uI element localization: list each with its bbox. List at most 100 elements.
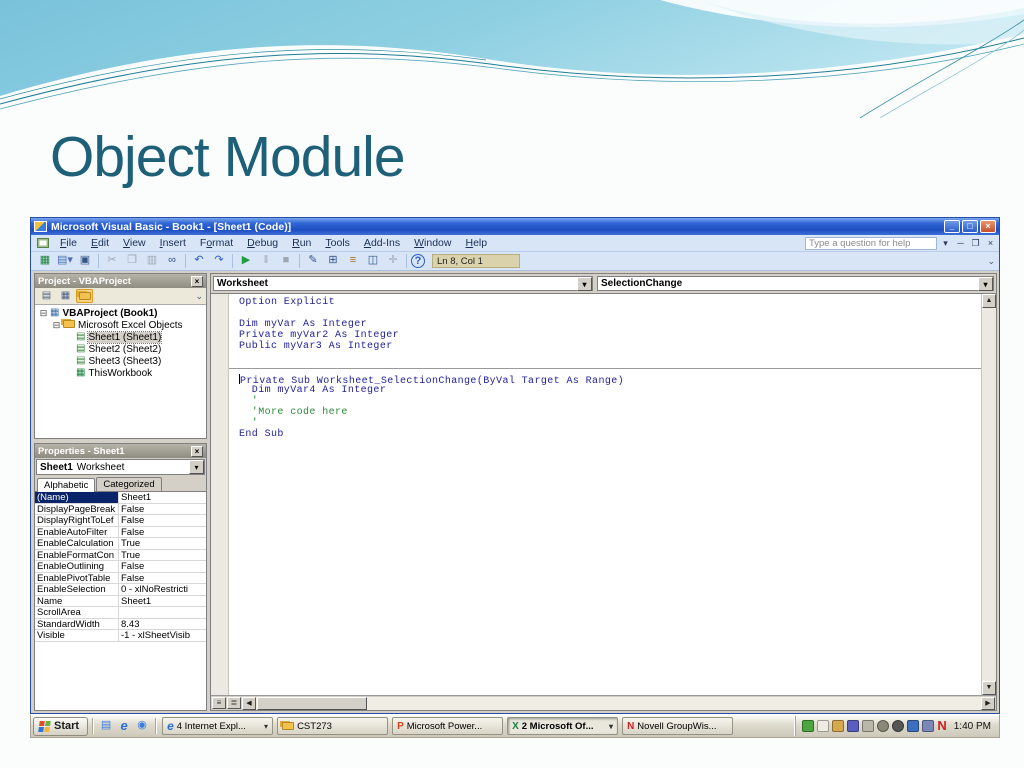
property-value[interactable]: False — [119, 561, 206, 571]
property-row-enableselection[interactable]: EnableSelection 0 - xlNoRestricti — [35, 584, 206, 596]
view-excel-icon[interactable]: ▦ — [36, 253, 54, 269]
tree-expander-icon[interactable]: ⊟ — [52, 320, 61, 330]
property-row-name[interactable]: Name Sheet1 — [35, 595, 206, 607]
tray-connection-icon[interactable] — [922, 720, 935, 732]
close-button[interactable]: × — [980, 220, 996, 233]
task-button-excel-group[interactable]: X2 Microsoft Of... ▾ — [507, 717, 619, 735]
menu-item-insert[interactable]: Insert — [153, 236, 193, 250]
property-row--name-[interactable]: (Name) Sheet1 — [35, 492, 206, 504]
property-name[interactable]: EnableSelection — [35, 584, 119, 595]
tray-update-icon[interactable] — [892, 720, 905, 732]
menu-item-format[interactable]: Format — [193, 236, 240, 250]
menu-item-edit[interactable]: Edit — [84, 236, 116, 250]
horizontal-scroll-thumb[interactable] — [257, 696, 367, 710]
tray-shield-icon[interactable] — [847, 720, 860, 732]
properties-object-selector[interactable]: Sheet1 Worksheet ▾ — [36, 459, 205, 475]
property-name[interactable]: StandardWidth — [35, 618, 119, 629]
property-value[interactable]: -1 - xlSheetVisib — [119, 630, 206, 640]
task-button-novell-groupwise[interactable]: N Novell GroupWis... — [622, 717, 734, 735]
selector-dropdown-icon[interactable]: ▾ — [189, 460, 204, 474]
internet-document-icon[interactable]: ▤ — [98, 718, 114, 734]
property-name[interactable]: EnablePivotTable — [35, 572, 119, 583]
property-row-standardwidth[interactable]: StandardWidth 8.43 — [35, 618, 206, 630]
tree-expander-icon[interactable]: ⊟ — [39, 308, 48, 318]
property-value[interactable]: Sheet1 — [119, 596, 206, 606]
properties-window-icon[interactable]: ≡ — [344, 253, 362, 269]
property-name[interactable]: DisplayPageBreak — [35, 503, 119, 514]
full-module-view-button[interactable]: ≣ — [227, 697, 241, 709]
code-editor[interactable]: Option Explicit Dim myVar As Integer Priva… — [211, 293, 996, 695]
toolbar-overflow-icon[interactable]: ⌄ — [987, 256, 995, 267]
tree-item-sheet3-sheet3-[interactable]: ▤ Sheet3 (Sheet3) — [35, 355, 206, 367]
tray-app-icon[interactable] — [907, 720, 920, 732]
design-mode-icon[interactable]: ✎ — [304, 253, 322, 269]
property-value[interactable] — [119, 607, 206, 618]
scroll-left-icon[interactable]: ◀ — [242, 696, 256, 710]
object-browser-icon[interactable]: ◫ — [364, 253, 382, 269]
novell-icon[interactable]: N — [937, 719, 946, 732]
property-name[interactable]: EnableOutlining — [35, 561, 119, 572]
view-object-icon[interactable]: ▦ — [57, 289, 74, 303]
tab-categorized[interactable]: Categorized — [96, 477, 162, 491]
property-name[interactable]: EnableCalculation — [35, 538, 119, 549]
property-value[interactable]: 0 - xlNoRestricti — [119, 584, 206, 594]
project-toolbar-overflow-icon[interactable]: ⌄ — [195, 291, 203, 302]
property-name[interactable]: EnableAutoFilter — [35, 526, 119, 537]
tray-network-icon[interactable] — [802, 720, 815, 732]
properties-panel-close-icon[interactable]: × — [191, 445, 203, 457]
property-row-enableautofilter[interactable]: EnableAutoFilter False — [35, 526, 206, 538]
menu-item-add-ins[interactable]: Add-Ins — [357, 236, 407, 250]
menu-item-view[interactable]: View — [116, 236, 153, 250]
menu-item-file[interactable]: File — [53, 236, 84, 250]
insert-userform-icon[interactable]: ▤▾ — [56, 253, 74, 269]
property-row-enablepivottable[interactable]: EnablePivotTable False — [35, 572, 206, 584]
task-button-internet-explorer[interactable]: e4 Internet Expl... ▾ — [162, 717, 274, 735]
tab-alphabetic[interactable]: Alphabetic — [37, 478, 96, 492]
run-icon[interactable]: ▶ — [237, 253, 255, 269]
menu-item-help[interactable]: Help — [458, 236, 494, 250]
property-value[interactable]: False — [119, 527, 206, 537]
tree-item-sheet2-sheet2-[interactable]: ▤ Sheet2 (Sheet2) — [35, 343, 206, 355]
tray-display-icon[interactable] — [832, 720, 845, 732]
property-value[interactable]: False — [119, 573, 206, 583]
project-panel-close-icon[interactable]: × — [191, 275, 203, 287]
object-dropdown-icon[interactable]: ▾ — [577, 276, 592, 291]
tree-item-vbaproject-book1-[interactable]: ⊟ ▦ VBAProject (Book1) — [35, 307, 206, 319]
task-button-dropdown-icon[interactable]: ▾ — [609, 722, 613, 731]
child-close-button[interactable]: × — [984, 237, 997, 250]
minimize-button[interactable]: _ — [944, 220, 960, 233]
task-button-cst273-folder[interactable]: CST273 — [277, 717, 389, 735]
tree-item-thisworkbook[interactable]: ▦ ThisWorkbook — [35, 367, 206, 379]
property-row-enableformatcon[interactable]: EnableFormatCon True — [35, 549, 206, 561]
property-name[interactable]: EnableFormatCon — [35, 549, 119, 560]
child-restore-button[interactable]: ❐ — [969, 237, 982, 250]
property-name[interactable]: Name — [35, 595, 119, 606]
mail-icon[interactable]: ◉ — [134, 718, 150, 734]
tree-item-sheet1-sheet1-[interactable]: ▤ Sheet1 (Sheet1) — [35, 330, 206, 344]
scroll-down-icon[interactable]: ▼ — [982, 681, 996, 695]
property-name[interactable]: ScrollArea — [35, 607, 119, 618]
property-name[interactable]: DisplayRightToLef — [35, 515, 119, 526]
start-button[interactable]: Start — [33, 716, 89, 736]
property-value[interactable]: False — [119, 504, 206, 514]
menu-item-tools[interactable]: Tools — [318, 236, 357, 250]
tree-item-microsoft-excel-objects[interactable]: ⊟ Microsoft Excel Objects — [35, 319, 206, 331]
procedure-view-button[interactable]: ≡ — [212, 697, 226, 709]
horizontal-scrollbar[interactable]: ◀ ▶ — [242, 696, 995, 710]
event-dropdown-icon[interactable]: ▾ — [978, 276, 993, 291]
property-name[interactable]: (Name) — [35, 492, 119, 503]
help-dropdown-icon[interactable]: ▾ — [939, 237, 952, 250]
internet-explorer-icon[interactable]: e — [116, 718, 132, 734]
help-icon[interactable]: ? — [411, 254, 425, 268]
help-question-input[interactable]: Type a question for help — [805, 236, 937, 250]
property-row-displayrighttolef[interactable]: DisplayRightToLef False — [35, 515, 206, 527]
vertical-scrollbar[interactable]: ▲ ▼ — [981, 294, 996, 695]
tray-volume-icon[interactable] — [877, 720, 890, 732]
property-row-scrollarea[interactable]: ScrollArea — [35, 607, 206, 619]
property-row-visible[interactable]: Visible -1 - xlSheetVisib — [35, 630, 206, 642]
tray-device-icon[interactable] — [817, 720, 830, 732]
property-row-enablecalculation[interactable]: EnableCalculation True — [35, 538, 206, 550]
property-value[interactable]: True — [119, 538, 206, 548]
child-minimize-button[interactable]: ─ — [954, 237, 967, 250]
undo-icon[interactable]: ↶ — [190, 253, 208, 269]
